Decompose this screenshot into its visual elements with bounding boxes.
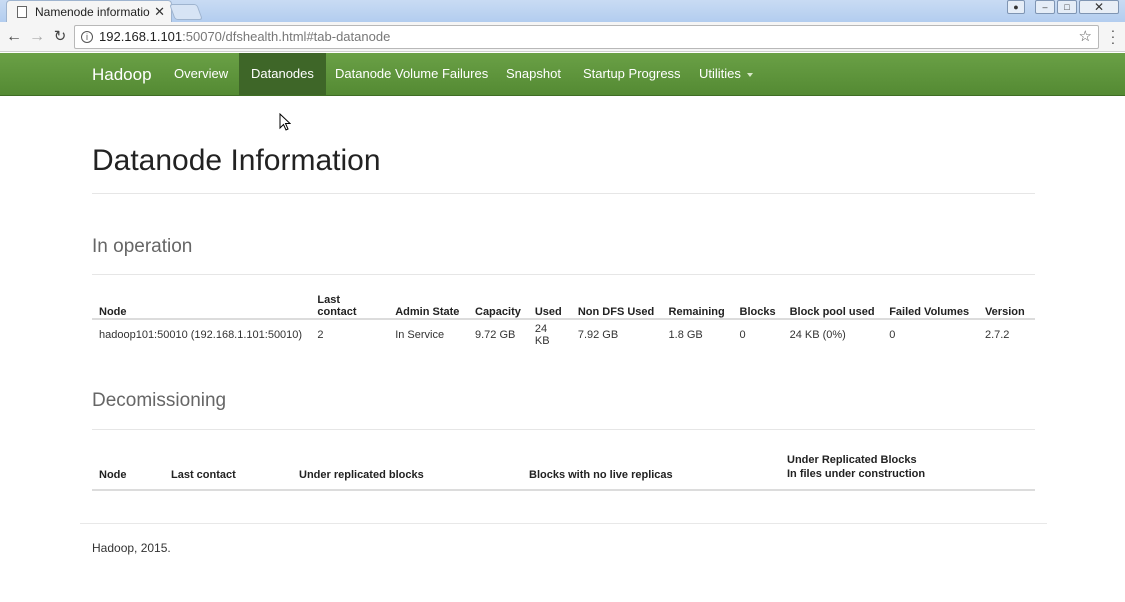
column-header[interactable]: Used: [527, 294, 571, 320]
browser-menu-icon[interactable]: · · ·: [1109, 23, 1117, 49]
nav-datanodes[interactable]: Datanodes: [239, 53, 326, 95]
bookmark-star-icon[interactable]: ☆: [1079, 26, 1092, 48]
hadoop-navbar: Hadoop Overview Datanodes Datanode Volum…: [0, 53, 1125, 96]
column-header[interactable]: Node: [92, 294, 311, 320]
nav-utilities[interactable]: Utilities: [687, 53, 765, 95]
column-header[interactable]: Capacity: [468, 294, 528, 320]
brand-logo[interactable]: Hadoop: [92, 53, 152, 96]
column-header[interactable]: Under replicated blocks: [292, 452, 522, 491]
column-header[interactable]: Failed Volumes: [882, 294, 978, 320]
divider: [92, 274, 1035, 275]
back-arrow-icon[interactable]: ←: [5, 28, 23, 46]
nav-utilities-label: Utilities: [699, 66, 741, 81]
column-header-under-replicated[interactable]: Under Replicated Blocks In files under co…: [780, 452, 1035, 491]
browser-tab[interactable]: Namenode informatio ✕: [6, 0, 172, 22]
cell-remaining: 1.8 GB: [668, 328, 703, 341]
divider: [92, 193, 1035, 194]
decomissioning-title: Decomissioning: [92, 390, 227, 411]
column-header[interactable]: Blocks: [732, 294, 783, 320]
cell-admin-state: In Service: [395, 328, 445, 341]
in-operation-table: Node Last contact Admin State Capacity U…: [92, 294, 1035, 349]
address-bar[interactable]: i 192.168.1.101:50070/dfshealth.html#tab…: [74, 25, 1099, 49]
browser-tabstrip: Namenode informatio ✕ ● – □ ✕: [0, 0, 1125, 22]
cell-blocks: 0: [739, 328, 746, 341]
column-header[interactable]: Last contact: [164, 452, 292, 491]
column-header[interactable]: Version: [977, 294, 1035, 320]
url-host: 192.168.1.101: [99, 29, 183, 44]
minimize-icon[interactable]: –: [1035, 0, 1055, 14]
column-header[interactable]: Blocks with no live replicas: [522, 452, 780, 491]
in-operation-title: In operation: [92, 236, 193, 257]
column-header-line: Under Replicated Blocks: [787, 454, 917, 466]
cell-used: 24 KB: [534, 322, 550, 347]
nav-snapshot[interactable]: Snapshot: [494, 53, 573, 95]
browser-toolbar: ← → ↻ i 192.168.1.101:50070/dfshealth.ht…: [0, 22, 1125, 52]
cell-failed-volumes: 0: [889, 328, 896, 341]
forward-arrow-icon[interactable]: →: [28, 28, 46, 46]
nav-datanode-volume-failures[interactable]: Datanode Volume Failures: [323, 53, 500, 95]
table-row: hadoop101:50010 (192.168.1.101:50010) 2 …: [92, 319, 1035, 349]
footer: Hadoop, 2015.: [92, 541, 171, 555]
nav-overview[interactable]: Overview: [162, 53, 240, 95]
column-header[interactable]: Remaining: [661, 294, 733, 320]
column-header[interactable]: Block pool used: [782, 294, 883, 320]
maximize-icon[interactable]: □: [1057, 0, 1077, 14]
column-header[interactable]: Last contact: [310, 294, 389, 320]
info-icon[interactable]: i: [81, 31, 93, 43]
column-header[interactable]: Non DFS Used: [570, 294, 662, 320]
mouse-cursor-icon: [279, 113, 291, 131]
cell-block-pool-used: 24 KB (0%): [789, 328, 846, 341]
footer-divider: [80, 523, 1047, 524]
cell-capacity: 9.72 GB: [475, 328, 516, 341]
divider: [92, 429, 1035, 430]
cell-node: hadoop101:50010 (192.168.1.101:50010): [99, 328, 303, 341]
window-controls: ● – □ ✕: [1007, 0, 1119, 14]
user-icon[interactable]: ●: [1007, 0, 1025, 14]
cell-version: 2.7.2: [984, 328, 1010, 341]
cell-last-contact: 2: [317, 328, 324, 341]
table-header-row: Node Last contact Under replicated block…: [92, 452, 1035, 491]
column-header[interactable]: Admin State: [388, 294, 468, 320]
column-header[interactable]: Node: [92, 452, 164, 491]
page-icon: [17, 5, 27, 18]
reload-icon[interactable]: ↻: [51, 28, 69, 46]
url-path: :50070/dfshealth.html#tab-datanode: [182, 29, 391, 44]
cell-non-dfs-used: 7.92 GB: [577, 328, 619, 341]
new-tab-button[interactable]: [169, 4, 203, 20]
nav-startup-progress[interactable]: Startup Progress: [571, 53, 693, 95]
dropdown-caret-icon: [746, 72, 753, 77]
close-tab-icon[interactable]: ✕: [154, 4, 165, 20]
column-header-line: In files under construction: [787, 468, 926, 480]
page-title: Datanode Information: [92, 144, 381, 177]
tab-title: Namenode informatio: [35, 4, 150, 19]
decomissioning-table: Node Last contact Under replicated block…: [92, 452, 1035, 491]
close-window-icon[interactable]: ✕: [1079, 0, 1119, 14]
table-header-row: Node Last contact Admin State Capacity U…: [92, 294, 1035, 320]
